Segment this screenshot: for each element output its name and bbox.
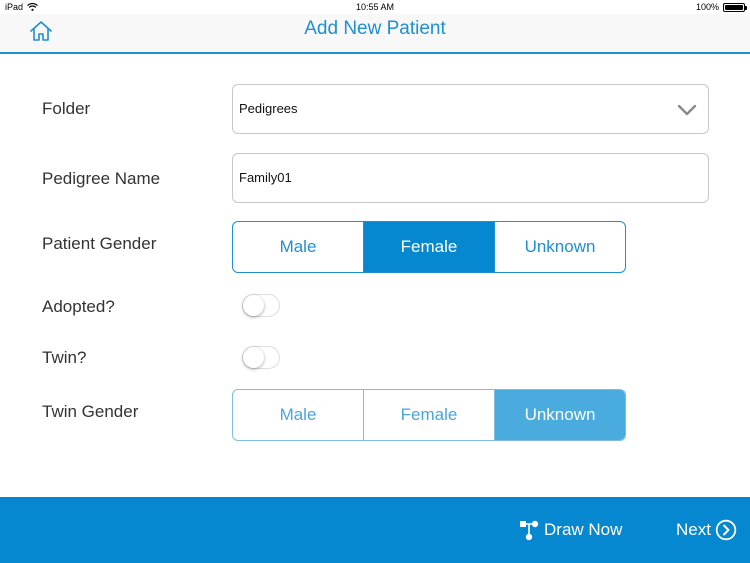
twin-gender-unknown-segment[interactable]: Unknown (495, 390, 625, 440)
twin-gender-segmented-control: Male Female Unknown (232, 389, 626, 441)
twin-label: Twin? (42, 348, 87, 367)
chevron-right-circle-icon (715, 519, 737, 541)
next-label: Next (676, 520, 711, 539)
patient-gender-male-segment[interactable]: Male (233, 222, 364, 272)
pedigree-tree-icon (520, 520, 539, 541)
pedigree-name-label: Pedigree Name (42, 169, 161, 188)
twin-gender-label: Twin Gender (42, 402, 139, 421)
battery-icon (723, 2, 747, 12)
toggle-knob (243, 347, 264, 368)
folder-label: Folder (42, 99, 91, 118)
adopted-toggle[interactable] (242, 294, 280, 317)
battery-percent: 100% (695, 2, 719, 12)
patient-gender-unknown-segment[interactable]: Unknown (495, 222, 625, 272)
pedigree-name-value: Family01 (239, 170, 292, 185)
folder-value: Pedigrees (239, 101, 298, 116)
twin-gender-male-segment[interactable]: Male (233, 390, 364, 440)
next-button[interactable]: Next (676, 519, 737, 541)
status-bar: iPad 10:55 AM 100% (0, 0, 750, 14)
navigation-bar: Add New Patient (0, 14, 750, 54)
draw-now-label: Draw Now (544, 520, 623, 539)
chevron-down-icon (677, 104, 697, 116)
status-right: 100% (695, 2, 747, 12)
page-title: Add New Patient (304, 18, 446, 39)
twin-toggle[interactable] (242, 346, 280, 369)
twin-gender-female-segment[interactable]: Female (364, 390, 495, 440)
status-time: 10:55 AM (355, 2, 395, 12)
bottom-toolbar: Draw Now Next (0, 497, 750, 563)
patient-gender-label: Patient Gender (42, 234, 157, 253)
patient-gender-segmented-control: Male Female Unknown (232, 221, 626, 273)
adopted-label: Adopted? (42, 297, 115, 316)
folder-select[interactable]: Pedigrees (232, 84, 709, 134)
toggle-knob (243, 295, 264, 316)
patient-gender-female-segment[interactable]: Female (364, 222, 495, 272)
pedigree-name-input[interactable]: Family01 (232, 153, 709, 203)
draw-now-button[interactable]: Draw Now (518, 519, 622, 541)
